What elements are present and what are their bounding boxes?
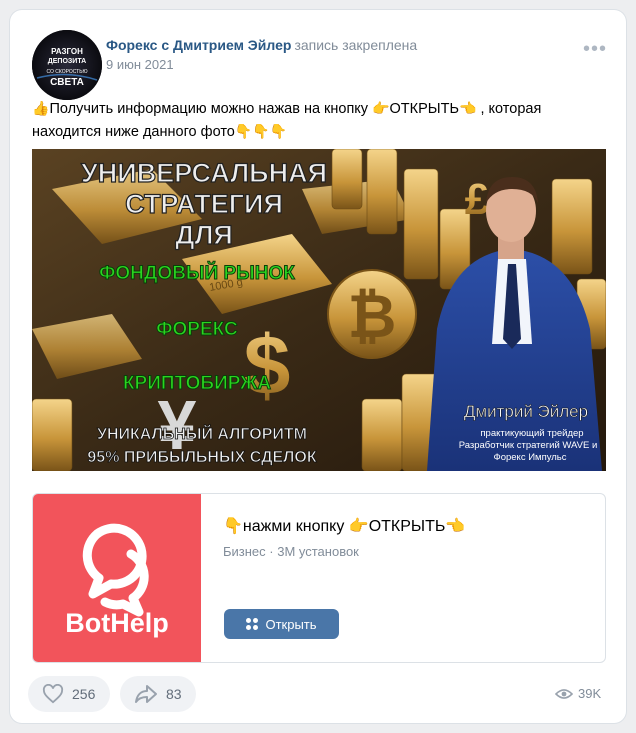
bothelp-logo: BotHelp [33, 494, 201, 662]
banner-market-1: ФОНДОВЫЙ РЫНОК [99, 262, 295, 284]
point-down-icon: 👇 [252, 123, 270, 139]
like-button[interactable]: 256 [28, 676, 110, 712]
point-down-icon: 👇 [269, 123, 288, 139]
eye-icon [555, 688, 573, 699]
pinned-label: запись закреплена [294, 37, 418, 53]
point-right-icon: 👉 [372, 100, 390, 116]
post-image[interactable]: 1000 g ₿ $ ¥ £ УНИВЕРСАЛЬНАЯ СТРАТЕГИЯ Д… [32, 149, 606, 471]
point-right-icon: 👉 [348, 518, 369, 535]
point-down-icon: 👇 [234, 123, 253, 139]
share-count: 83 [166, 686, 182, 702]
banner-algo-2: 95% ПРИБЫЛЬНЫХ СДЕЛОК [87, 449, 316, 466]
avatar-line-3: СО СКОРОСТЬЮ [46, 69, 87, 75]
group-avatar[interactable]: РАЗГОН ДЕПОЗИТА СО СКОРОСТЬЮ СВЕТА [32, 30, 102, 100]
share-button[interactable]: 83 [120, 676, 196, 712]
open-button[interactable]: Открыть [224, 609, 339, 639]
svg-text:£: £ [465, 175, 490, 224]
trader-desc-3: Форекс Импульс [493, 452, 566, 463]
author-name[interactable]: Форекс с Дмитрием Эйлер [106, 37, 291, 53]
banner-title-2: СТРАТЕГИЯ [125, 189, 283, 219]
author-line: Форекс с Дмитрием Эйлер запись закреплена [106, 37, 417, 53]
post-text-part1: Получить информацию можно нажав на кнопк… [49, 101, 373, 117]
app-title: 👇нажми кнопку 👉ОТКРЫТЬ👈 [223, 516, 465, 536]
app-card[interactable]: BotHelp 👇нажми кнопку 👉ОТКРЫТЬ👈 Бизнес ·… [32, 493, 606, 663]
view-count: 39K [578, 686, 602, 701]
trader-name: Дмитрий Эйлер [464, 402, 588, 421]
svg-text:₿: ₿ [348, 283, 397, 350]
post-card: РАЗГОН ДЕПОЗИТА СО СКОРОСТЬЮ СВЕТА Форек… [10, 10, 626, 723]
trader-desc-2: Разработчик стратегий WAVE и [459, 440, 598, 451]
bothelp-wordmark: BotHelp [65, 608, 169, 638]
avatar-line-4: СВЕТА [50, 77, 84, 88]
heart-icon [42, 684, 64, 704]
banner-market-2: ФОРЕКС [156, 319, 238, 340]
svg-text:$: $ [244, 318, 291, 412]
avatar-line-2: ДЕПОЗИТА [48, 58, 86, 65]
share-icon [135, 685, 157, 703]
banner-title-3: ДЛЯ [175, 220, 233, 250]
point-left-icon: 👈 [459, 100, 477, 116]
banner-algo-1: УНИКАЛЬНЫЙ АЛГОРИТМ [97, 424, 307, 443]
post-date[interactable]: 9 июн 2021 [106, 57, 174, 72]
apps-icon [246, 618, 259, 630]
more-options-icon[interactable]: ••• [583, 39, 606, 60]
app-title-text: нажми кнопку [242, 518, 349, 535]
post-text-open: ОТКРЫТЬ [389, 101, 459, 117]
trader-desc-1: практикующий трейдер [480, 428, 583, 439]
post-text: 👍Получить информацию можно нажав на кноп… [32, 97, 592, 143]
open-button-label: Открыть [265, 616, 317, 632]
app-title-open: ОТКРЫТЬ [368, 518, 446, 535]
like-count: 256 [72, 686, 96, 702]
banner-market-3: КРИПТОБИРЖА [123, 373, 271, 394]
app-subtitle: Бизнес · 3М установок [223, 544, 359, 559]
banner-title-1: УНИВЕРСАЛЬНАЯ [81, 158, 327, 188]
thumbs-up-icon: 👍 [32, 100, 50, 116]
point-down-icon: 👇 [223, 518, 243, 535]
point-left-icon: 👈 [445, 518, 466, 535]
avatar-line-1: РАЗГОН [51, 47, 83, 56]
views-counter: 39K [555, 686, 601, 701]
